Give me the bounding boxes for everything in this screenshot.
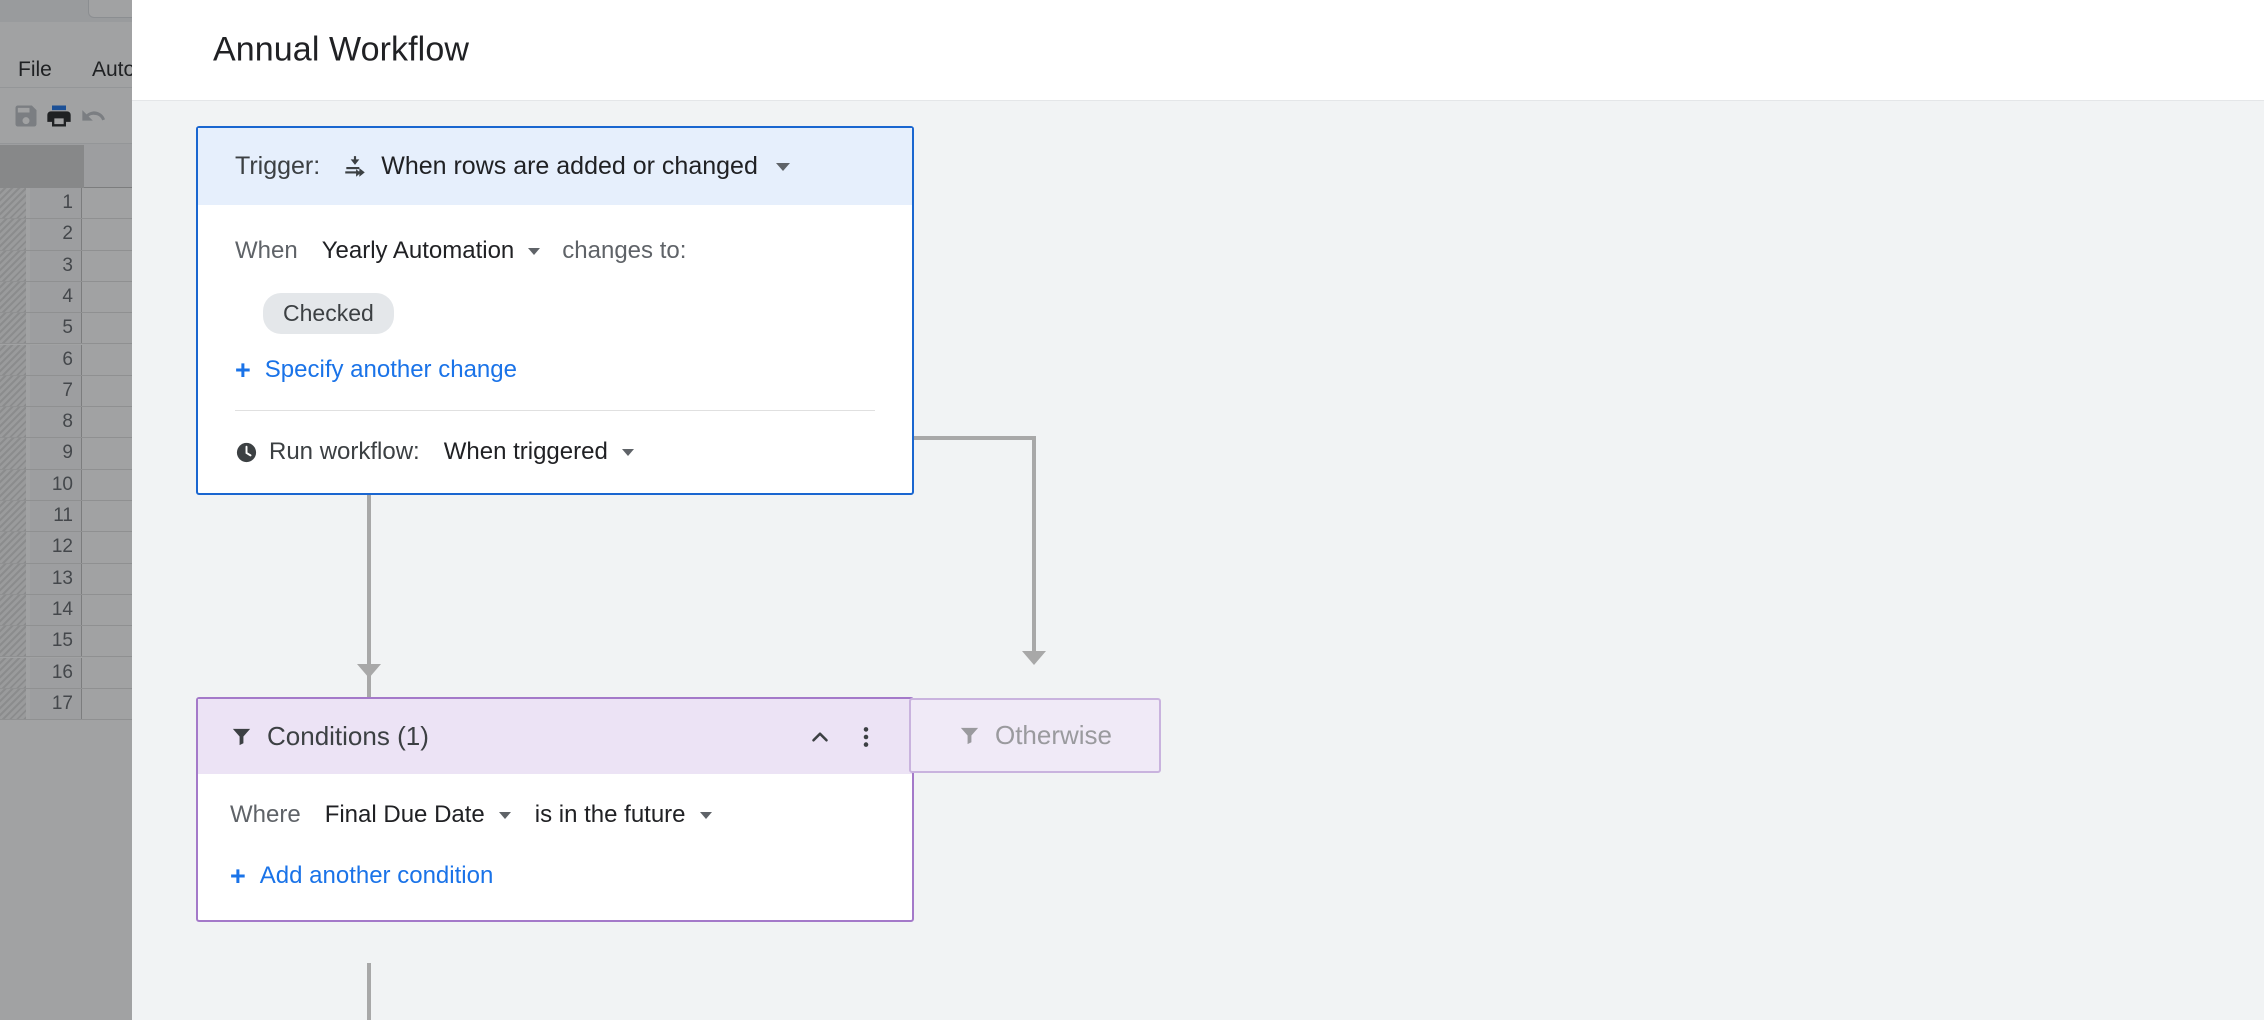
run-workflow-row: Run workflow: When triggered (235, 411, 875, 493)
changes-to-label: changes to: (562, 237, 687, 264)
conditions-header[interactable]: Conditions (1) (198, 699, 912, 774)
rows-added-or-changed-icon (342, 154, 368, 180)
chevron-down-icon[interactable] (498, 811, 511, 819)
chevron-down-icon[interactable] (699, 811, 712, 819)
trigger-header[interactable]: Trigger: When rows are added or changed (198, 128, 912, 205)
workflow-canvas: Trigger: When rows are added or changed … (132, 101, 2264, 1020)
trigger-card[interactable]: Trigger: When rows are added or changed … (196, 126, 914, 495)
conditions-body: Where Final Due Date is in the future + … (198, 774, 912, 920)
specify-another-change-link[interactable]: + Specify another change (235, 356, 875, 384)
more-vertical-icon[interactable] (848, 719, 884, 755)
otherwise-label: Otherwise (994, 720, 1113, 750)
connector-below-conditions (367, 963, 371, 1020)
plus-icon: + (230, 860, 246, 891)
clock-icon (235, 441, 258, 464)
otherwise-card[interactable]: Otherwise (909, 698, 1161, 773)
conditions-title: Conditions (1) (267, 721, 429, 751)
trigger-value-chip[interactable]: Checked (263, 293, 394, 334)
when-label: When (235, 237, 298, 264)
filter-funnel-icon (958, 724, 981, 747)
condition-operator-select[interactable]: is in the future (535, 801, 686, 829)
add-another-condition-link[interactable]: + Add another condition (230, 862, 880, 890)
chevron-down-icon[interactable] (621, 448, 634, 456)
chevron-up-icon[interactable] (802, 719, 838, 755)
condition-row: Where Final Due Date is in the future (230, 774, 880, 856)
specify-another-change-label: Specify another change (264, 356, 517, 383)
arrow-to-conditions (357, 664, 381, 678)
plus-icon: + (235, 354, 251, 385)
chevron-down-icon[interactable] (528, 247, 541, 255)
where-label: Where (230, 801, 301, 828)
workflow-editor-dialog: Annual Workflow Trigger: When rows are a… (132, 0, 2264, 1020)
filter-funnel-icon (230, 725, 253, 748)
trigger-body: When Yearly Automation changes to: Check… (198, 205, 912, 493)
trigger-label: Trigger: (235, 152, 321, 180)
trigger-type-value[interactable]: When rows are added or changed (381, 152, 758, 181)
chevron-down-icon[interactable] (775, 162, 790, 171)
conditions-card[interactable]: Conditions (1) Where Final Due Date is i… (196, 697, 914, 922)
run-workflow-select[interactable]: When triggered (444, 438, 608, 466)
condition-field-select[interactable]: Final Due Date (325, 801, 485, 829)
connector-branch-to-otherwise (1032, 436, 1036, 651)
arrow-to-otherwise (1022, 651, 1046, 665)
add-another-condition-label: Add another condition (259, 862, 494, 889)
run-workflow-label: Run workflow: (269, 438, 420, 465)
page-title: Annual Workflow (213, 30, 469, 69)
trigger-when-row: When Yearly Automation changes to: (235, 205, 875, 287)
trigger-column-select[interactable]: Yearly Automation (322, 237, 515, 265)
dialog-header: Annual Workflow (132, 0, 2264, 101)
